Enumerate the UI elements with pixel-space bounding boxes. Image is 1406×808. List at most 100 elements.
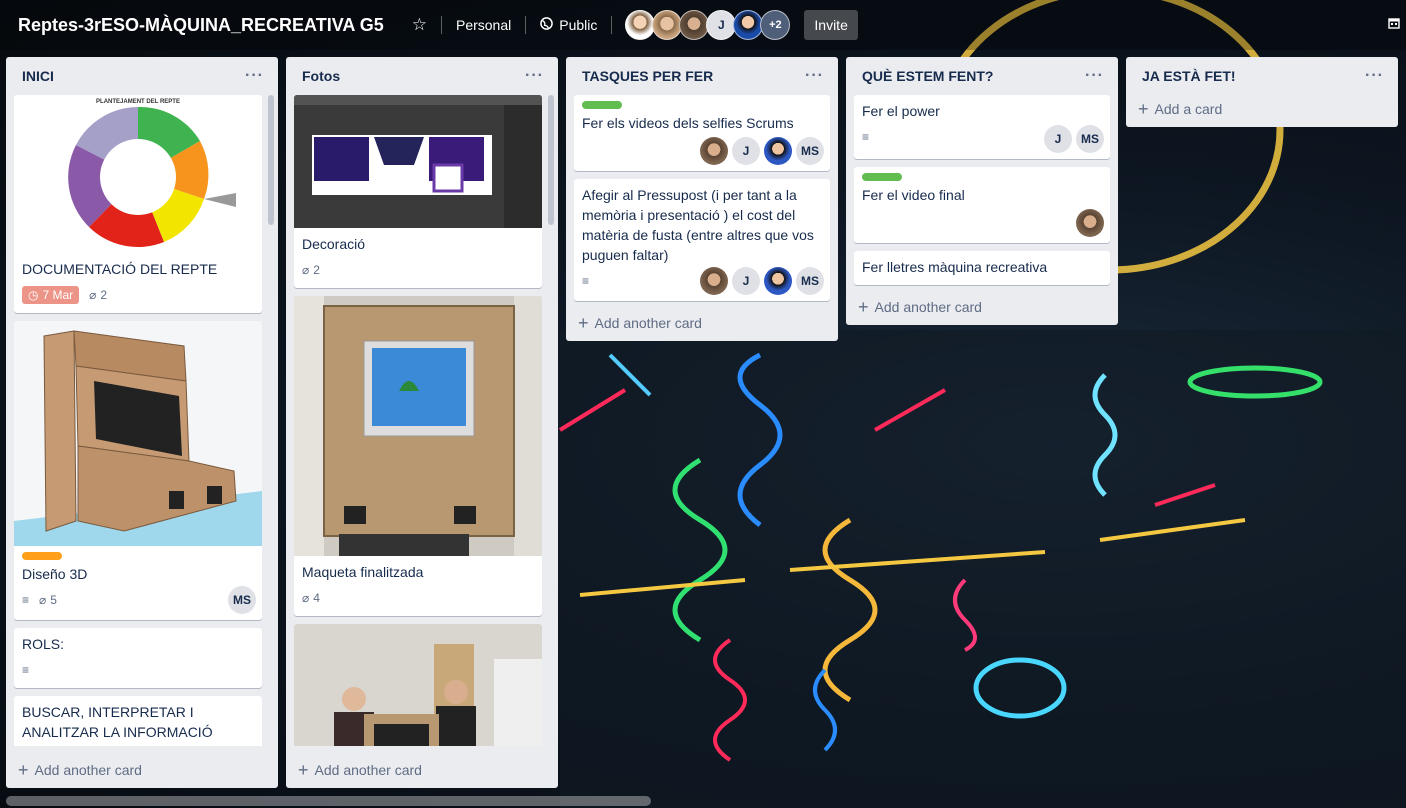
- header-divider: [525, 16, 527, 34]
- add-card-button[interactable]: + Add another card: [6, 756, 154, 788]
- paperclip-icon: ⌀: [39, 593, 47, 607]
- card-fer-el-power[interactable]: Fer el power ≡ J MS: [854, 95, 1110, 159]
- card-body: Decoració ⌀ 2: [294, 228, 542, 288]
- member-avatar[interactable]: [700, 137, 728, 165]
- card-body: DOCUMENTACIÓ DEL REPTE ◷ 7 Mar ⌀ 2: [14, 253, 262, 313]
- add-card-button[interactable]: + Add another card: [846, 293, 1118, 325]
- list-menu-icon[interactable]: ···: [1365, 67, 1384, 85]
- member-avatar[interactable]: [1076, 209, 1104, 237]
- card-title: Diseño 3D: [22, 566, 88, 582]
- card-label-green[interactable]: [582, 101, 622, 109]
- member-avatar[interactable]: [625, 10, 656, 40]
- card-members: J MS: [1044, 125, 1104, 153]
- list-scrollbar[interactable]: [548, 95, 554, 225]
- board-title[interactable]: Reptes-3rESO-MÀQUINA_RECREATIVA G5: [18, 15, 384, 36]
- card-body: BUSCAR, INTERPRETAR I ANALITZAR LA INFOR…: [14, 696, 262, 746]
- member-avatar[interactable]: [679, 10, 710, 40]
- card-label-green[interactable]: [862, 173, 902, 181]
- member-avatar-initial[interactable]: J: [706, 10, 737, 40]
- visibility-label: Public: [559, 17, 598, 33]
- card-video-final[interactable]: Fer el video final: [854, 167, 1110, 243]
- list-title[interactable]: INICI: [22, 68, 54, 84]
- calendar-icon[interactable]: [1388, 17, 1400, 32]
- member-initials[interactable]: J: [732, 137, 760, 165]
- list-title[interactable]: Fotos: [302, 68, 340, 84]
- list-title[interactable]: JA ESTÀ FET!: [1142, 68, 1236, 84]
- member-initials[interactable]: MS: [228, 586, 256, 614]
- invite-button[interactable]: Invite: [804, 10, 858, 40]
- list-que-estem-fent: QUÈ ESTEM FENT? ··· Fer el power ≡ J MS …: [846, 57, 1118, 325]
- list-title[interactable]: TASQUES PER FER: [582, 68, 713, 84]
- card-rols[interactable]: ROLS: ≡: [14, 628, 262, 688]
- list-title[interactable]: QUÈ ESTEM FENT?: [862, 68, 993, 84]
- card-maqueta[interactable]: Maqueta finalitzada ⌀ 4: [294, 296, 542, 616]
- card-members: J MS: [700, 267, 824, 295]
- member-initials[interactable]: MS: [1076, 125, 1104, 153]
- card-title: Afegir al Pressupost (i per tant a la me…: [582, 187, 814, 263]
- attachment-count: 4: [313, 591, 320, 605]
- card-badges: ⌀ 4: [302, 588, 534, 608]
- card-cover-image: [294, 95, 542, 228]
- list-inici: INICI ··· PLANTEJAMENT DEL REPTE DOCUMEN…: [6, 57, 278, 788]
- member-avatar[interactable]: [652, 10, 683, 40]
- card-pressupost[interactable]: Afegir al Pressupost (i per tant a la me…: [574, 179, 830, 301]
- card-title: Fer el power: [862, 103, 940, 119]
- card-title: DOCUMENTACIÓ DEL REPTE: [22, 261, 218, 277]
- card-container: Fer els videos dels selfies Scrums J MS …: [566, 95, 838, 301]
- list-header: TASQUES PER FER ···: [566, 57, 838, 95]
- card-badges: ≡: [22, 660, 254, 680]
- board-horizontal-scrollbar[interactable]: [6, 796, 651, 806]
- card-body: Fer lletres màquina recreativa: [854, 251, 1110, 285]
- attachment-count: 2: [100, 288, 108, 302]
- add-card-button[interactable]: + Add a card: [1126, 95, 1398, 127]
- card-badges: ◷ 7 Mar ⌀ 2: [22, 285, 254, 305]
- star-icon[interactable]: ☆: [408, 15, 431, 35]
- more-members-badge[interactable]: +2: [760, 10, 791, 40]
- list-menu-icon[interactable]: ···: [1085, 67, 1104, 85]
- visibility-button[interactable]: Public: [536, 17, 601, 33]
- card-badges: ≡ ⌀ 5: [22, 590, 254, 610]
- card-title: Fer lletres màquina recreativa: [862, 259, 1048, 275]
- add-card-button[interactable]: + Add another card: [566, 309, 838, 341]
- member-initials[interactable]: J: [1044, 125, 1072, 153]
- card-videos-selfies[interactable]: Fer els videos dels selfies Scrums J MS: [574, 95, 830, 171]
- description-icon: ≡: [22, 593, 30, 607]
- attachment-count: 5: [50, 593, 57, 607]
- member-initials[interactable]: MS: [796, 137, 824, 165]
- member-avatar[interactable]: [764, 267, 792, 295]
- paperclip-icon: ⌀: [302, 591, 310, 605]
- plus-icon: +: [18, 760, 29, 780]
- add-card-label: Add another card: [34, 762, 142, 778]
- plus-icon: +: [858, 297, 869, 317]
- header-divider: [440, 16, 442, 34]
- list-header: JA ESTÀ FET! ···: [1126, 57, 1398, 95]
- member-avatar[interactable]: [700, 267, 728, 295]
- member-initials[interactable]: J: [732, 267, 760, 295]
- card-diseno-3d[interactable]: Diseño 3D ≡ ⌀ 5 MS: [14, 321, 262, 620]
- board-header: Reptes-3rESO-MÀQUINA_RECREATIVA G5 ☆ Per…: [0, 0, 1406, 50]
- card-members: J MS: [700, 137, 824, 165]
- card-title: Fer els videos dels selfies Scrums: [582, 115, 794, 131]
- card-decoracio[interactable]: Decoració ⌀ 2: [294, 95, 542, 288]
- list-menu-icon[interactable]: ···: [245, 67, 264, 85]
- card-buscar[interactable]: BUSCAR, INTERPRETAR I ANALITZAR LA INFOR…: [14, 696, 262, 746]
- card-documentacio[interactable]: PLANTEJAMENT DEL REPTE DOCUMENTACIÓ DEL …: [14, 95, 262, 313]
- cover-caption: PLANTEJAMENT DEL REPTE: [96, 99, 180, 105]
- add-card-button[interactable]: + Add another card: [286, 756, 434, 788]
- attachment-badge: ⌀ 4: [302, 591, 320, 605]
- card-lletres[interactable]: Fer lletres màquina recreativa: [854, 251, 1110, 285]
- list-scrollbar[interactable]: [268, 95, 274, 225]
- due-date-badge[interactable]: ◷ 7 Mar: [22, 286, 80, 304]
- member-avatar[interactable]: [764, 137, 792, 165]
- card-label-orange[interactable]: [22, 552, 62, 560]
- list-menu-icon[interactable]: ···: [805, 67, 824, 85]
- member-initials[interactable]: MS: [796, 267, 824, 295]
- add-card-label: Add another card: [314, 762, 422, 778]
- card-cover-image: [294, 624, 542, 746]
- member-avatar[interactable]: [733, 10, 764, 40]
- card-photo-students[interactable]: [294, 624, 542, 746]
- list-menu-icon[interactable]: ···: [525, 67, 544, 85]
- attachment-badge: ⌀ 2: [302, 263, 320, 277]
- card-members: MS: [228, 586, 256, 614]
- workspace-button[interactable]: Personal: [452, 17, 515, 33]
